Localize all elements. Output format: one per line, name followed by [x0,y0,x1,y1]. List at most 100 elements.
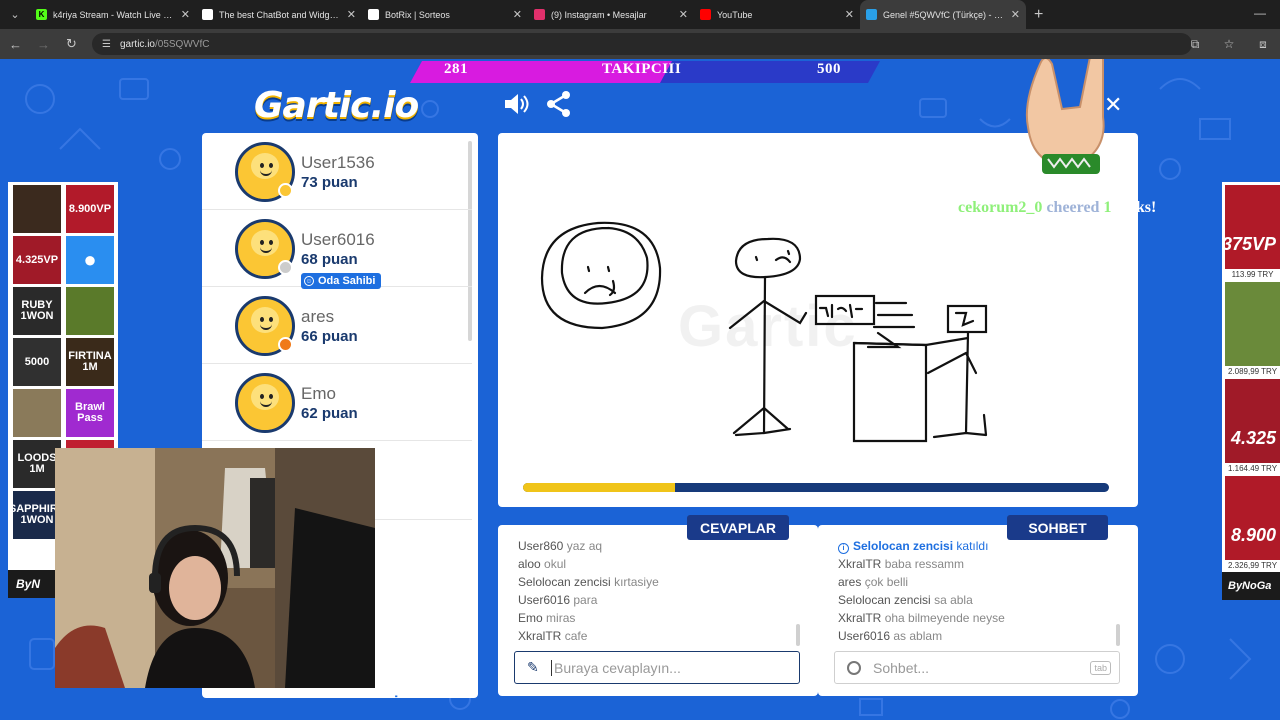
chat-input[interactable]: Sohbet... tab [834,651,1120,684]
ad-tile[interactable]: 4.325VP [13,236,61,284]
cheer-verb: cheered [1046,199,1100,216]
ad-tile[interactable] [13,185,61,233]
favicon-icon [202,9,213,20]
message-text: yaz aq [566,539,603,553]
message-user: User860 [518,539,564,553]
rock-hand-sticker [1025,59,1105,174]
back-icon[interactable]: ← [3,37,28,52]
message-user: User6016 [838,629,891,643]
right-ad-column[interactable]: ByNoGa 375VP 113.99 TRY 2.089,99 TRY 4.325 1… [1222,182,1280,600]
browser-tab[interactable]: BotRix | Sorteos ✕ [362,0,528,29]
chat-message: User6016 as ablam [838,629,1118,647]
tab-close-icon[interactable]: ✕ [845,8,854,21]
ad-tile[interactable]: SAPPHIRE 1WON [9,491,65,539]
chat-message: ares çok belli [838,575,1118,593]
ad-tile[interactable] [13,389,61,437]
url-path: /05SQWVfC [154,38,210,50]
player-row[interactable]: Emo 62 puan [202,364,472,441]
webcam-overlay [55,448,375,688]
answers-scrollbar[interactable] [796,624,800,646]
gartic-logo: Gartic.io [254,85,419,126]
ad-tile[interactable]: 5000 [13,338,61,386]
message-user: Selolocan zencisi [838,593,931,607]
ad-tile[interactable]: FIRTINA 1M [66,338,114,386]
browser-tab[interactable]: Genel #5QWVfC (Türkçe) - Gartic ✕ [860,0,1026,29]
ad-tile[interactable] [1225,282,1280,366]
ad-tile[interactable] [66,287,114,335]
message-text: para [573,593,598,607]
ad-tile[interactable]: 8.900 [1225,476,1280,560]
player-row[interactable]: User6016 68 puan ☺ Oda Sahibi [202,210,472,289]
ad-tile[interactable]: RUBY 1WON [13,287,61,335]
minimize-icon[interactable]: — [1254,6,1266,20]
sound-icon[interactable] [501,89,531,119]
address-bar: ← → ↻ ☰ gartic.io/05SQWVfC ⧉ ☆ ⧈ [0,29,1280,59]
ad-tile[interactable]: LOODS 1M [13,440,61,488]
favicon-icon [866,9,877,20]
answers-list: User860 yaz aq aloo okul Selolocan zencisi… [518,539,798,647]
answers-tab[interactable]: CEVAPLAR [687,515,789,540]
player-avatar [235,373,295,433]
message-text: cafe [564,629,588,643]
tab-title: Genel #5QWVfC (Türkçe) - Gartic [883,9,1005,20]
tab-close-icon[interactable]: ✕ [181,8,190,21]
browser-tab-bar: ⌄ Kk4riya Stream - Watch Live on K ✕ The b… [0,0,1280,29]
message-text: baba ressamm [884,557,965,571]
ad-tile[interactable]: 4.325 [1225,379,1280,463]
cast-icon[interactable]: ⧉ [1178,37,1212,52]
goal-label: TAKIPCIII [602,61,682,77]
chat-placeholder: Sohbet... [873,659,930,676]
share-icon[interactable] [544,89,574,119]
player-score: 73 puan [301,174,358,191]
tab-close-icon[interactable]: ✕ [347,8,356,21]
tab-close-icon[interactable]: ✕ [679,8,688,21]
new-tab-button[interactable]: + [1034,6,1043,24]
drawing-canvas[interactable]: Gartic [498,133,1138,507]
browser-tab[interactable]: YouTube ✕ [694,0,860,29]
extensions-icon[interactable]: ⧈ [1246,37,1280,52]
message-user: Selolocan zencisi [518,575,611,589]
answers-panel: CEVAPLAR User860 yaz aq aloo okul Seloloca… [498,515,818,696]
ad-tile[interactable]: Brawl Pass [66,389,114,437]
message-text: miras [546,611,576,625]
round-timer-bar [523,483,1109,492]
apple-icon[interactable]: ● [66,236,114,284]
goal-current: 281 [444,61,468,77]
ad-tile[interactable]: 8.900VP [66,185,114,233]
answer-placeholder: Buraya cevaplayın... [551,659,681,676]
tab-close-icon[interactable]: ✕ [513,8,522,21]
bookmark-star-icon[interactable]: ☆ [1212,37,1246,51]
browser-tab[interactable]: (9) Instagram • Mesajlar ✕ [528,0,694,29]
ad-brand: ByNoGa [1222,572,1280,600]
url-host: gartic.io [119,38,155,50]
chat-list: i Selolocan zencisi katıldı XkralTR baba … [838,539,1118,647]
chat-message: Emo miras [518,611,798,629]
forward-icon[interactable]: → [31,37,56,52]
chat-panel: SOHBET i Selolocan zencisi katıldı XkralT… [818,515,1138,696]
player-row[interactable]: User1536 73 puan [202,133,472,210]
tab-search-icon[interactable]: ⌄ [0,8,30,21]
tab-close-icon[interactable]: ✕ [1011,8,1020,21]
message-user: Emo [518,611,543,625]
browser-tab[interactable]: Kk4riya Stream - Watch Live on K ✕ [30,0,196,29]
tab-title: The best ChatBot and Widgets [219,9,341,20]
apple-icon: ● [83,247,97,272]
player-row[interactable]: ares 66 puan [202,287,472,364]
chat-tab[interactable]: SOHBET [1007,515,1108,540]
chat-scrollbar[interactable] [1116,624,1120,646]
tab-title: (9) Instagram • Mesajlar [551,9,647,20]
ad-price: 113.99 TRY [1231,270,1274,279]
url-field[interactable]: ☰ gartic.io/05SQWVfC [92,33,1192,55]
ad-tile[interactable]: 375VP [1222,185,1280,269]
player-score: 66 puan [301,328,358,345]
ad-price: 2.089,99 TRY [1227,367,1278,376]
chat-message: aloo okul [518,557,798,575]
site-info-icon[interactable]: ☰ [102,39,111,50]
cheer-user: cekorum2_0 [958,199,1043,216]
answer-input[interactable]: ✎ Buraya cevaplayın... [514,651,800,684]
reload-icon[interactable]: ↻ [59,36,84,52]
message-user: XkralTR [518,629,562,643]
join-message: i Selolocan zencisi katıldı [838,539,1118,557]
pencil-icon: ✎ [527,659,539,675]
browser-tab[interactable]: The best ChatBot and Widgets ✕ [196,0,362,29]
